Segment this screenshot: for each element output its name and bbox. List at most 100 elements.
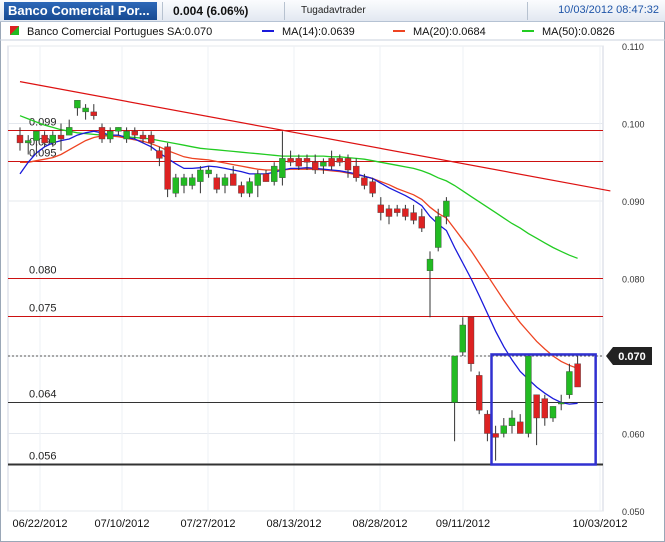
candle-down <box>16 134 24 144</box>
candle-down <box>262 173 270 182</box>
candle-down <box>369 181 376 194</box>
x-tick-label: 08/13/2012 <box>266 518 321 530</box>
last-price-tag: 0.070 <box>606 347 652 365</box>
candle-down <box>402 208 409 217</box>
candle-up <box>82 107 89 113</box>
y-tick-label: 0.090 <box>622 197 645 207</box>
candle-up <box>25 140 32 144</box>
title-bar: Banco Comercial Por... 0.004 (6.06%) Tug… <box>0 0 665 22</box>
last-price-label: 0.070 <box>618 351 646 363</box>
candle-up <box>443 200 450 217</box>
candle-down <box>517 421 524 434</box>
candle-down <box>533 394 540 419</box>
candle-down <box>344 158 352 171</box>
separator <box>527 2 528 20</box>
legend-ma20: MA(20):0.0684 <box>413 26 486 38</box>
legend-ma50: MA(50):0.0826 <box>542 26 615 38</box>
candle-down <box>213 177 221 190</box>
candle-up <box>451 355 458 403</box>
candle-down <box>353 165 360 178</box>
candle-up <box>205 169 212 175</box>
instrument-title[interactable]: Banco Comercial Por... <box>4 2 157 20</box>
candle-down <box>90 111 98 116</box>
legend: Banco Comercial Portugues SA:0.070 MA(14… <box>10 26 615 38</box>
candle-up <box>246 181 253 194</box>
candle-down <box>476 375 483 411</box>
candle-down <box>147 134 155 144</box>
candle-down <box>361 177 368 186</box>
candle-up <box>549 406 557 419</box>
y-tick-label: 0.050 <box>622 507 645 517</box>
candle-up <box>508 417 516 426</box>
candle-up <box>180 177 188 186</box>
level-label: 0.080 <box>29 265 57 277</box>
candle-up <box>188 177 196 186</box>
candle-up <box>49 134 56 144</box>
candle-up <box>115 127 122 132</box>
candle-down <box>287 158 294 163</box>
x-axis: 06/22/2012 07/10/2012 07/27/2012 08/13/2012… <box>12 518 627 530</box>
candle-up <box>74 100 81 109</box>
candle-down <box>541 398 548 419</box>
x-tick-label: 10/03/2012 <box>572 518 627 530</box>
candle-down <box>418 216 425 229</box>
ma14-line <box>19 130 578 405</box>
candle-up <box>566 371 573 395</box>
candle-up <box>558 402 565 405</box>
level-label: 0.064 <box>29 389 57 401</box>
candle-down <box>139 134 147 140</box>
candle-down <box>377 204 384 213</box>
candle-down <box>57 134 65 140</box>
x-tick-label: 07/10/2012 <box>94 518 149 530</box>
level-label: 0.075 <box>29 302 57 314</box>
y-tick-label: 0.080 <box>622 275 645 285</box>
y-axis: 0.1100.1000.0900.0800.0700.0600.050 <box>622 42 645 517</box>
candle-down <box>328 158 335 167</box>
candle-down <box>492 433 499 438</box>
candle-down <box>131 131 139 136</box>
candle-down <box>410 212 417 221</box>
candle-up <box>123 131 130 140</box>
candle-up <box>271 165 278 182</box>
x-tick-label: 08/28/2012 <box>352 518 407 530</box>
candle-down <box>41 134 48 144</box>
price-chart[interactable]: Banco Comercial Portugues SA:0.070 MA(14… <box>0 22 665 542</box>
candle-up <box>197 169 204 182</box>
candles <box>16 100 581 461</box>
candle-down <box>467 317 475 364</box>
separator <box>162 2 163 20</box>
legend-main: Banco Comercial Portugues SA:0.070 <box>27 26 212 38</box>
candle-up <box>320 162 327 167</box>
candle-up <box>65 127 73 136</box>
y-tick-label: 0.110 <box>622 42 644 52</box>
candle-down <box>295 158 302 167</box>
candle-down <box>336 158 343 163</box>
candle-up <box>459 324 466 353</box>
x-tick-label: 06/22/2012 <box>12 518 67 530</box>
candle-down <box>164 146 171 190</box>
x-tick-label: 07/27/2012 <box>180 518 235 530</box>
candle-up <box>525 355 532 434</box>
candle-up <box>500 425 507 434</box>
candle-down <box>312 162 319 171</box>
candle-down <box>156 150 163 159</box>
y-tick-label: 0.060 <box>622 430 645 440</box>
candle-up <box>426 258 434 271</box>
candle-down <box>574 363 581 388</box>
y-tick-label: 0.100 <box>622 120 645 130</box>
legend-ma14: MA(14):0.0639 <box>282 26 355 38</box>
datetime: 10/03/2012 08:47:32 <box>558 4 659 16</box>
candle-up <box>106 131 114 140</box>
candle-up <box>33 131 40 141</box>
candle-down <box>484 413 491 434</box>
ma20-line <box>20 135 578 370</box>
level-label: 0.056 <box>29 451 57 463</box>
brand-label: Tugadavtrader <box>301 5 366 16</box>
candle-up <box>254 173 262 186</box>
candle-up <box>172 177 180 194</box>
drawing-overlay: 0.070 <box>19 81 652 466</box>
candle-up <box>279 158 286 178</box>
candle-down <box>238 185 245 194</box>
candle-up <box>221 177 229 186</box>
candle-down <box>229 173 237 186</box>
